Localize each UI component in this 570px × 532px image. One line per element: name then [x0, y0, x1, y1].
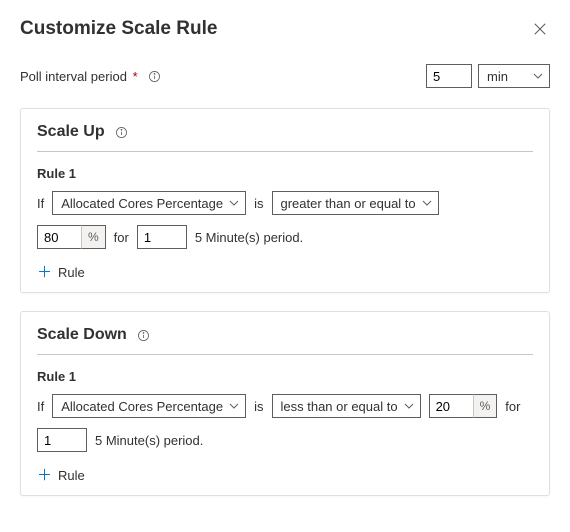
chevron-down-icon	[422, 198, 432, 208]
percent-unit: %	[473, 394, 498, 418]
plus-icon: ＋	[37, 468, 52, 483]
if-label: If	[37, 196, 44, 211]
chevron-down-icon	[229, 198, 239, 208]
scale-up-threshold-input-wrap: %	[37, 225, 106, 249]
scale-down-period-input[interactable]	[37, 428, 87, 452]
scale-down-period-text: 5 Minute(s) period.	[95, 433, 203, 448]
percent-unit: %	[81, 225, 106, 249]
is-label: is	[254, 196, 263, 211]
scale-down-condition-row: If Allocated Cores Percentage is less th…	[37, 394, 533, 418]
is-label: is	[254, 399, 263, 414]
scale-down-header: Scale Down	[37, 326, 533, 355]
add-rule-label: Rule	[58, 265, 85, 280]
page-title: Customize Scale Rule	[20, 18, 217, 40]
scale-up-metric-select[interactable]: Allocated Cores Percentage	[52, 191, 246, 215]
scale-up-condition-row: If Allocated Cores Percentage is greater…	[37, 191, 533, 215]
for-label: for	[505, 399, 520, 414]
info-icon[interactable]	[148, 69, 162, 83]
close-button[interactable]	[530, 19, 550, 39]
info-icon[interactable]	[115, 125, 129, 139]
panel-header: Customize Scale Rule	[20, 18, 550, 40]
scale-down-card: Scale Down Rule 1 If Allocated Cores Per…	[20, 311, 550, 496]
poll-interval-unit-text: min	[487, 69, 508, 84]
poll-interval-label-text: Poll interval period	[20, 69, 127, 84]
scale-up-period-input[interactable]	[137, 225, 187, 249]
scale-up-operator-text: greater than or equal to	[281, 196, 416, 211]
chevron-down-icon	[404, 401, 414, 411]
plus-icon: ＋	[37, 265, 52, 280]
scale-up-rule-label: Rule 1	[37, 166, 533, 181]
poll-interval-label: Poll interval period *	[20, 69, 138, 84]
close-icon	[533, 22, 547, 36]
add-rule-label: Rule	[58, 468, 85, 483]
scale-down-threshold-input[interactable]	[429, 394, 473, 418]
scale-up-threshold-input[interactable]	[37, 225, 81, 249]
poll-interval-row: Poll interval period * min	[20, 64, 550, 88]
scale-down-period-row: 5 Minute(s) period.	[37, 428, 533, 452]
poll-interval-unit-select[interactable]: min	[478, 64, 550, 88]
scale-up-operator-select[interactable]: greater than or equal to	[272, 191, 439, 215]
if-label: If	[37, 399, 44, 414]
required-asterisk: *	[133, 69, 138, 84]
scale-down-title: Scale Down	[37, 326, 127, 344]
scale-down-rule-label: Rule 1	[37, 369, 533, 384]
scale-down-metric-select[interactable]: Allocated Cores Percentage	[52, 394, 246, 418]
scale-up-period-text: 5 Minute(s) period.	[195, 230, 303, 245]
scale-up-header: Scale Up	[37, 123, 533, 152]
scale-down-operator-text: less than or equal to	[281, 399, 398, 414]
poll-interval-value-input[interactable]	[426, 64, 472, 88]
scale-down-add-rule-button[interactable]: ＋ Rule	[37, 462, 533, 483]
scale-up-title: Scale Up	[37, 123, 105, 141]
scale-up-metric-text: Allocated Cores Percentage	[61, 196, 223, 211]
chevron-down-icon	[229, 401, 239, 411]
scale-down-operator-select[interactable]: less than or equal to	[272, 394, 421, 418]
for-label: for	[114, 230, 129, 245]
scale-up-threshold-row: % for 5 Minute(s) period.	[37, 225, 533, 249]
scale-down-metric-text: Allocated Cores Percentage	[61, 399, 223, 414]
scale-down-threshold-input-wrap: %	[429, 394, 498, 418]
scale-up-card: Scale Up Rule 1 If Allocated Cores Perce…	[20, 108, 550, 293]
info-icon[interactable]	[137, 328, 151, 342]
chevron-down-icon	[533, 71, 543, 81]
scale-up-add-rule-button[interactable]: ＋ Rule	[37, 259, 533, 280]
